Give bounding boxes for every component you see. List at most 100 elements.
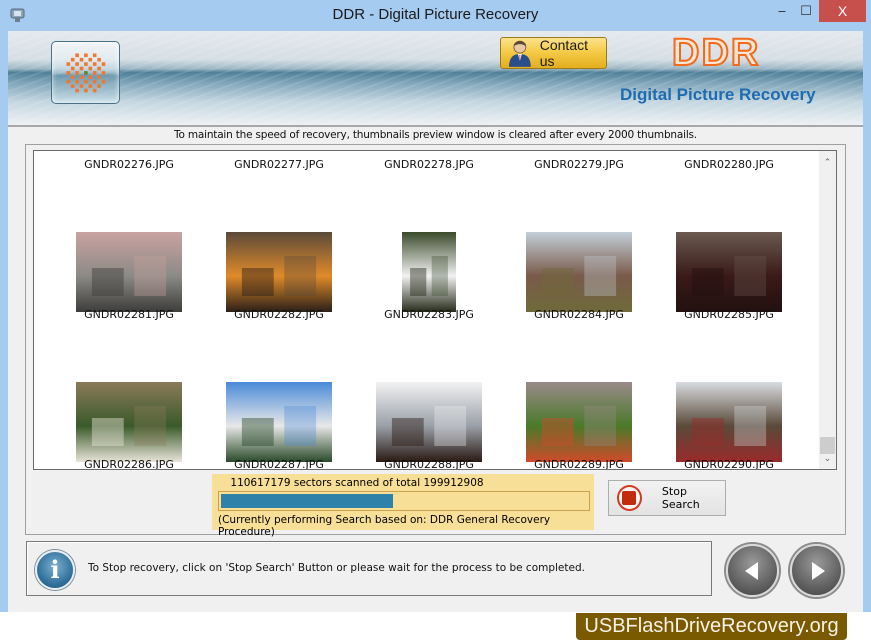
- thumbnail-image: [76, 382, 182, 462]
- scan-progress-panel: 110617179 sectors scanned of total 19991…: [212, 474, 594, 538]
- logo-tile: [79, 57, 84, 62]
- progress-bar: [218, 491, 590, 511]
- thumbnail-item[interactable]: GNDR02282.JPG: [204, 220, 354, 370]
- contact-us-label: Contact us: [539, 37, 588, 69]
- header-banner: Contact us DDR Digital Picture Recovery: [8, 31, 863, 127]
- info-message: To Stop recovery, click on 'Stop Search'…: [88, 562, 585, 574]
- stop-search-label: Stop Search: [661, 485, 700, 511]
- logo-tile: [97, 75, 101, 80]
- logo-tile: [75, 79, 79, 84]
- thumbnail-image: [676, 382, 782, 462]
- logo-tile: [97, 66, 101, 71]
- back-button[interactable]: [726, 544, 779, 597]
- thumbnail-item[interactable]: GNDR02279.JPG: [504, 151, 654, 220]
- logo-tile: [92, 71, 97, 75]
- logo-tile: [97, 84, 101, 88]
- thumbnail-item[interactable]: GNDR02289.JPG: [504, 370, 654, 470]
- logo-tile: [84, 62, 88, 66]
- progress-bar-fill: [221, 494, 393, 508]
- logo-tile: [88, 57, 93, 62]
- thumbnail-filename: GNDR02281.JPG: [84, 308, 174, 321]
- window-title: DDR - Digital Picture Recovery: [332, 6, 539, 23]
- logo-tile: [92, 88, 97, 93]
- app-logo: [51, 41, 120, 104]
- logo-tile: [84, 79, 88, 84]
- client-area: Contact us DDR Digital Picture Recovery …: [8, 31, 863, 612]
- contact-us-button[interactable]: Contact us: [500, 37, 607, 69]
- logo-tile: [66, 62, 71, 66]
- website-watermark: USBFlashDriveRecovery.org: [576, 613, 847, 640]
- thumbnail-item[interactable]: GNDR02288.JPG: [354, 370, 504, 470]
- logo-tile: [70, 57, 75, 62]
- thumbnail-image: [226, 232, 332, 312]
- info-icon: i: [35, 550, 75, 590]
- close-button[interactable]: X: [819, 0, 866, 22]
- thumbnail-item[interactable]: GNDR02277.JPG: [204, 151, 354, 220]
- thumbnail-item[interactable]: GNDR02284.JPG: [504, 220, 654, 370]
- thumbnail-item[interactable]: GNDR02290.JPG: [654, 370, 804, 470]
- logo-tile: [97, 57, 101, 62]
- search-method-status: (Currently performing Search based on: D…: [218, 514, 551, 538]
- info-message-bar: i To Stop recovery, click on 'Stop Searc…: [26, 541, 712, 596]
- stop-icon: [617, 485, 642, 511]
- scroll-down-icon[interactable]: ⌄: [819, 450, 836, 467]
- logo-tile: [75, 62, 79, 66]
- brand-subtitle: Digital Picture Recovery: [620, 85, 816, 104]
- thumbnail-item[interactable]: GNDR02276.JPG: [54, 151, 204, 220]
- thumbnail-grid: GNDR02276.JPG GNDR02277.JPG GNDR02278.JPG G…: [34, 151, 820, 469]
- app-window: DDR - Digital Picture Recovery ‒ ☐ X Con…: [0, 0, 871, 612]
- logo-tile: [101, 62, 106, 66]
- thumbnail-image: [676, 232, 782, 312]
- thumbnail-preview-panel[interactable]: GNDR02276.JPG GNDR02277.JPG GNDR02278.JPG G…: [33, 150, 837, 470]
- thumbnail-filename: GNDR02280.JPG: [684, 158, 774, 171]
- logo-tile: [84, 71, 88, 75]
- logo-tile: [75, 71, 79, 75]
- thumbnail-filename: GNDR02283.JPG: [384, 308, 474, 321]
- thumbnail-item[interactable]: GNDR02280.JPG: [654, 151, 804, 220]
- logo-tile: [101, 71, 106, 75]
- logo-tile: [75, 88, 79, 93]
- thumbnail-image: [526, 232, 632, 312]
- sectors-scanned-text: 110617179 sectors scanned of total 19991…: [230, 477, 484, 489]
- thumbnail-filename: GNDR02279.JPG: [534, 158, 624, 171]
- next-button[interactable]: [790, 544, 843, 597]
- thumbnail-item[interactable]: GNDR02283.JPG: [354, 220, 504, 370]
- thumbnail-filename: GNDR02290.JPG: [684, 458, 774, 470]
- sunburst-logo-icon: [66, 53, 106, 93]
- logo-tile: [66, 79, 71, 84]
- thumbnail-filename: GNDR02289.JPG: [534, 458, 624, 470]
- thumbnail-filename: GNDR02284.JPG: [534, 308, 624, 321]
- thumbnail-item[interactable]: GNDR02287.JPG: [204, 370, 354, 469]
- person-icon: [508, 40, 531, 67]
- stop-search-button[interactable]: Stop Search: [608, 480, 726, 516]
- logo-tile: [79, 75, 84, 80]
- logo-tile: [70, 75, 75, 80]
- logo-tile: [88, 66, 93, 71]
- logo-tile: [70, 66, 75, 71]
- logo-tile: [88, 75, 93, 80]
- thumbnail-image: [402, 232, 456, 312]
- vertical-scrollbar[interactable]: ⌃ ⌄: [819, 151, 836, 469]
- thumbnail-filename: GNDR02282.JPG: [234, 308, 324, 321]
- thumbnail-image: [526, 382, 632, 462]
- minimize-button[interactable]: ‒: [768, 0, 796, 22]
- thumbnail-filename: GNDR02288.JPG: [384, 458, 474, 470]
- thumbnail-filename: GNDR02276.JPG: [84, 158, 174, 171]
- thumbnail-image: [76, 232, 182, 312]
- thumbnail-item[interactable]: GNDR02278.JPG: [354, 151, 504, 220]
- logo-tile: [66, 71, 71, 75]
- logo-tile: [75, 53, 79, 58]
- logo-tile: [84, 88, 88, 93]
- maximize-button[interactable]: ☐: [793, 0, 819, 22]
- forward-arrow-icon: [811, 561, 825, 580]
- logo-tile: [70, 84, 75, 88]
- thumbnail-filename: GNDR02277.JPG: [234, 158, 324, 171]
- logo-tile: [92, 62, 97, 66]
- thumbnail-filename: GNDR02285.JPG: [684, 308, 774, 321]
- thumbnail-filename: GNDR02278.JPG: [384, 158, 474, 171]
- thumbnail-item[interactable]: GNDR02285.JPG: [654, 220, 804, 370]
- thumbnail-item[interactable]: GNDR02281.JPG: [54, 220, 204, 370]
- scroll-up-icon[interactable]: ⌃: [819, 154, 836, 171]
- logo-tile: [79, 84, 84, 88]
- thumbnail-item[interactable]: GNDR02286.JPG: [54, 370, 204, 469]
